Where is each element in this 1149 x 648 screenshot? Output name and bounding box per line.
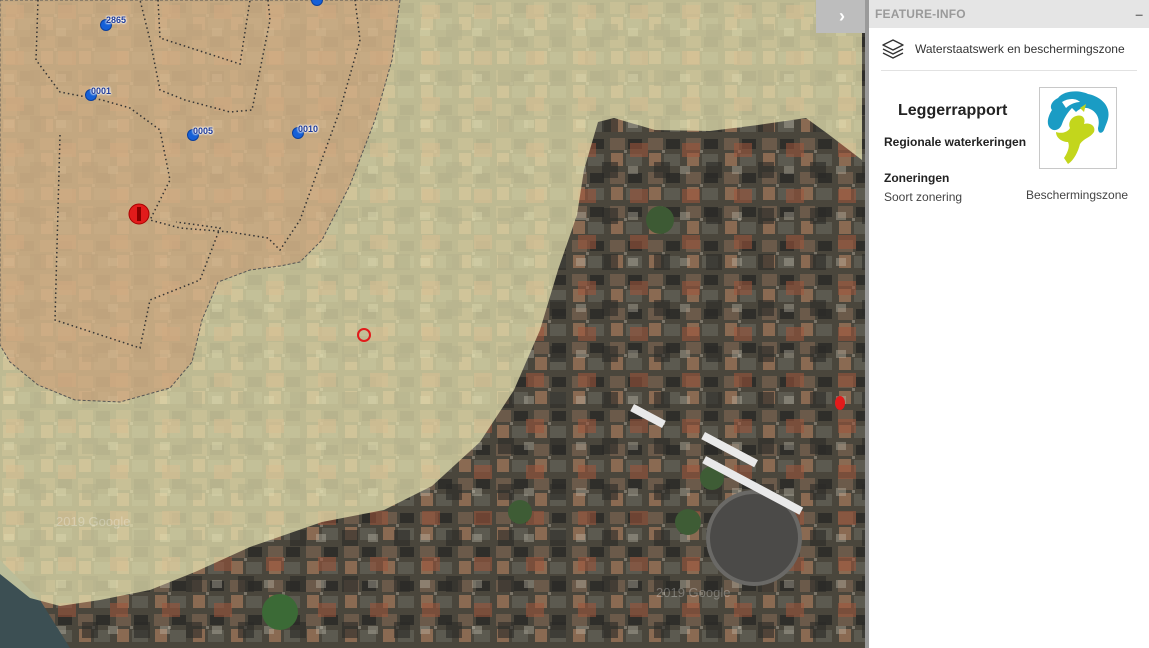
collapse-panel-button[interactable]: › <box>816 0 868 33</box>
tree-canopy <box>262 594 298 630</box>
location-pin-icon[interactable] <box>835 396 845 410</box>
report-section: Leggerrapport Regionale waterkeringen Zo… <box>869 71 1149 204</box>
water-board-logo <box>1039 87 1117 169</box>
map-canvas[interactable] <box>0 0 865 648</box>
zoning-type-value: Beschermingszone <box>1026 188 1129 202</box>
panel-title: FEATURE-INFO <box>875 7 966 21</box>
water-board-logo-image <box>1047 91 1109 164</box>
survey-point-label: 0005 <box>193 126 214 136</box>
feature-info-panel: FEATURE-INFO – Waterstaatswerk en besche… <box>865 0 1149 648</box>
survey-point-label: 2865 <box>106 15 127 25</box>
tree-canopy <box>508 500 532 524</box>
selected-feature-marker-glyph <box>137 207 141 221</box>
layers-icon <box>882 39 904 59</box>
tree-canopy <box>646 206 674 234</box>
tree-canopy <box>675 509 701 535</box>
panel-header: FEATURE-INFO – <box>869 0 1149 28</box>
layer-row[interactable]: Waterstaatswerk en beschermingszone <box>881 38 1137 71</box>
map-watermark: 2019 Google <box>56 514 131 529</box>
zoning-type-label: Soort zonering <box>884 190 963 204</box>
survey-point-label: 0001 <box>91 86 112 96</box>
layer-name: Waterstaatswerk en beschermingszone <box>915 42 1125 56</box>
chevron-right-icon: › <box>839 6 845 26</box>
map-watermark: 2019 Google <box>656 585 731 600</box>
map-view[interactable]: 2865 0001 0005 0010 2019 Google 2019 Goo… <box>0 0 865 648</box>
zoning-heading: Zoneringen <box>884 171 950 185</box>
minimize-button[interactable]: – <box>1135 7 1143 21</box>
survey-point-label: 0010 <box>298 124 319 134</box>
report-subtitle: Regionale waterkeringen <box>884 135 1027 149</box>
report-title: Leggerrapport <box>898 102 1008 119</box>
